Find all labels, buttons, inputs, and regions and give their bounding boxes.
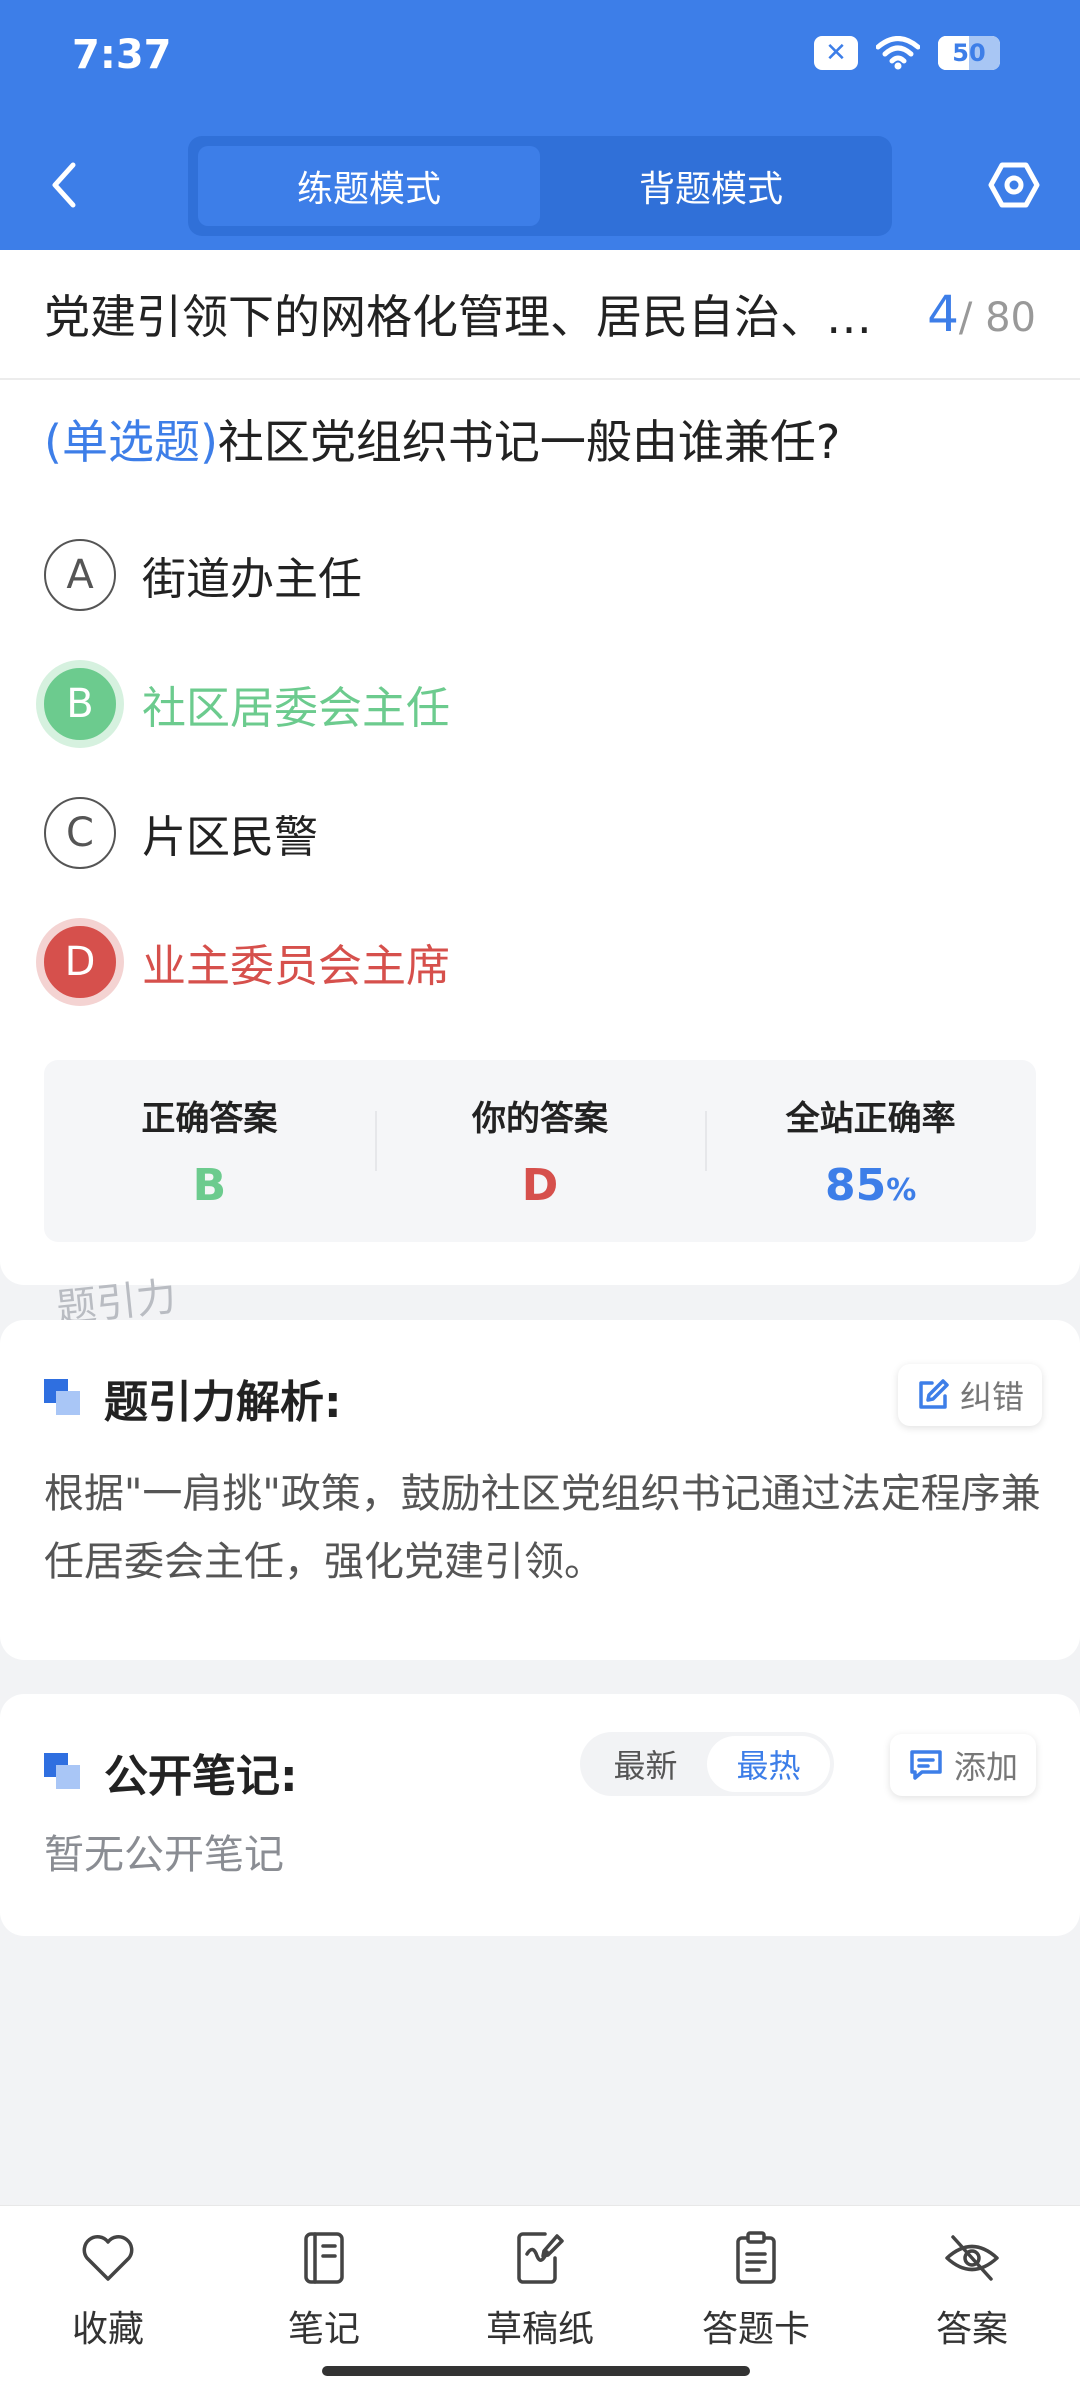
nav-label: 笔记 [287, 2309, 360, 2350]
eye-off-icon [945, 2235, 999, 2281]
option-text: 片区民警 [142, 811, 318, 863]
nav-favorite[interactable]: 收藏 [0, 2206, 216, 2400]
option-letter: B [44, 667, 116, 740]
option-b[interactable]: B 社区居委会主任 [0, 639, 1080, 768]
accuracy-rate-label: 全站正确率 [785, 1099, 956, 1139]
your-answer-value: D [521, 1160, 559, 1211]
nav-label: 答案 [935, 2309, 1008, 2350]
chevron-left-icon [52, 162, 76, 208]
notebook-icon [304, 2232, 344, 2284]
question-card: 党建引领下的网格化管理、居民自治、… 4/ 80 (单选题)社区党组织书记一般由… [0, 250, 1080, 1285]
back-button[interactable] [40, 150, 88, 220]
option-text: 社区居委会主任 [142, 682, 450, 734]
status-time: 7:37 [72, 32, 172, 78]
option-a[interactable]: A 街道办主任 [0, 510, 1080, 639]
draft-paper-icon [517, 2232, 564, 2284]
nav-label: 草稿纸 [485, 2309, 594, 2350]
accuracy-rate-value: 85% [825, 1160, 917, 1211]
option-text: 街道办主任 [142, 553, 362, 605]
wifi-icon [876, 36, 920, 70]
battery-level: 50 [952, 39, 986, 67]
option-c[interactable]: C 片区民警 [0, 768, 1080, 897]
nav-label: 答题卡 [701, 2309, 810, 2350]
option-letter: A [44, 538, 116, 611]
home-indicator[interactable] [322, 2366, 750, 2376]
current-question-number: 4 [927, 285, 959, 343]
comment-icon [910, 1750, 942, 1780]
empty-notes-text: 暂无公开笔记 [44, 1832, 284, 1878]
report-error-button[interactable]: 纠错 [898, 1364, 1043, 1426]
options-list: A 街道办主任 B 社区居委会主任 C 片区民警 D 业主委员会主席 [0, 510, 1080, 1026]
edit-icon [919, 1379, 949, 1409]
section-squares-icon [44, 1379, 82, 1417]
tab-practice-mode[interactable]: 练题模式 [198, 146, 540, 226]
your-answer-col: 你的答案 D [374, 1091, 706, 1211]
nav-answer[interactable]: 答案 [864, 2206, 1080, 2400]
sort-hottest[interactable]: 最热 [707, 1736, 830, 1792]
settings-button[interactable] [984, 150, 1044, 220]
add-note-label: 添加 [954, 1748, 1019, 1786]
answer-sheet-icon [736, 2231, 776, 2284]
sim-status-icon: ✕ [814, 36, 858, 70]
question-type: (单选题) [44, 415, 218, 469]
section-squares-icon [44, 1753, 82, 1791]
analysis-card: 题引力解析: 纠错 根据"一肩挑"政策，鼓励社区党组织书记通过法定程序兼任居委会… [0, 1320, 1080, 1660]
tab-recite-mode[interactable]: 背题模式 [540, 146, 882, 226]
nav-label: 收藏 [71, 2309, 144, 2350]
status-icons: ✕ 50 [814, 36, 1000, 70]
heart-icon [82, 2235, 134, 2281]
question-text: 社区党组织书记一般由谁兼任? [217, 415, 841, 469]
battery-icon: 50 [938, 36, 1000, 70]
analysis-text: 根据"一肩挑"政策，鼓励社区党组织书记通过法定程序兼任居委会主任，强化党建引领。 [44, 1471, 1041, 1585]
question-header: 党建引领下的网格化管理、居民自治、… 4/ 80 [0, 250, 1080, 380]
settings-hexagon-icon [988, 162, 1040, 208]
question-counter[interactable]: 4/ 80 [927, 285, 1036, 343]
answer-summary: 正确答案 B 你的答案 D 全站正确率 85% [44, 1060, 1036, 1242]
correct-answer-label: 正确答案 [141, 1099, 278, 1139]
top-header: 7:37 ✕ 50 练题模式 背题模式 [0, 0, 1080, 250]
correct-answer-col: 正确答案 B [44, 1091, 375, 1211]
option-text: 业主委员会主席 [142, 940, 450, 992]
sort-newest[interactable]: 最新 [584, 1736, 707, 1792]
total-questions: / 80 [958, 295, 1036, 341]
report-error-label: 纠错 [960, 1378, 1025, 1416]
mode-switch: 练题模式 背题模式 [188, 136, 892, 236]
accuracy-rate-col: 全站正确率 85% [705, 1091, 1036, 1211]
analysis-title: 题引力解析: [44, 1366, 342, 1430]
option-letter: D [44, 925, 116, 998]
notes-sort-toggle: 最新 最热 [580, 1732, 834, 1796]
chapter-title: 党建引领下的网格化管理、居民自治、… [44, 290, 872, 344]
public-notes-card: 公开笔记: 最新 最热 添加 暂无公开笔记 [0, 1694, 1080, 1936]
notes-title: 公开笔记: [44, 1740, 298, 1804]
add-note-button[interactable]: 添加 [890, 1734, 1037, 1796]
option-d[interactable]: D 业主委员会主席 [0, 897, 1080, 1026]
question-stem: (单选题)社区党组织书记一般由谁兼任? [0, 380, 1080, 474]
your-answer-label: 你的答案 [472, 1099, 608, 1139]
correct-answer-value: B [192, 1160, 227, 1211]
page: 7:37 ✕ 50 练题模式 背题模式 党建引领下的网格化管理、居民自治、… 4… [0, 0, 1080, 2400]
option-letter: C [44, 796, 116, 869]
